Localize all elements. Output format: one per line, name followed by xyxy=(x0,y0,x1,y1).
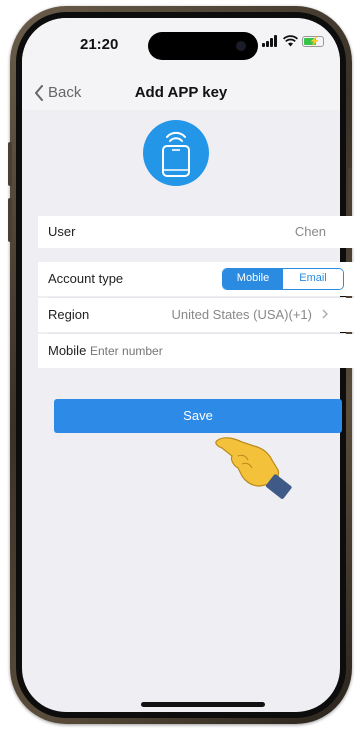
account-type-row: Account type Mobile Email xyxy=(38,262,356,296)
region-label: Region xyxy=(48,307,90,322)
user-value: Chen xyxy=(294,224,326,239)
account-type-label: Account type xyxy=(48,271,124,286)
phone-side-button xyxy=(8,198,12,242)
mobile-row: Mobile xyxy=(38,334,356,368)
account-type-segmented-control: Mobile Email xyxy=(222,268,344,290)
phone-side-button xyxy=(8,142,12,186)
mobile-number-input[interactable] xyxy=(90,334,290,368)
signal-icon xyxy=(262,35,279,47)
home-indicator xyxy=(141,702,265,707)
segment-email[interactable]: Email xyxy=(283,269,343,289)
mobile-label: Mobile xyxy=(48,343,87,358)
region-value: United States (USA)(+1) xyxy=(171,307,312,322)
page-title: Add APP key xyxy=(134,84,228,101)
status-time: 21:20 xyxy=(80,36,119,53)
user-row: User Chen xyxy=(38,216,356,248)
status-bar: 21:20 ⚡ xyxy=(22,18,340,76)
camera-icon xyxy=(236,41,246,51)
battery-charging-icon: ⚡ xyxy=(302,35,324,47)
wifi-icon xyxy=(283,35,298,47)
phone-with-signal-icon xyxy=(162,131,190,177)
segment-mobile[interactable]: Mobile xyxy=(223,269,283,289)
charging-bolt-icon: ⚡ xyxy=(309,35,321,46)
chevron-right-icon xyxy=(322,309,328,319)
nav-bar: Back Add APP key xyxy=(22,76,340,110)
save-button[interactable]: Save xyxy=(54,399,342,433)
region-row[interactable]: Region United States (USA)(+1) xyxy=(38,298,356,332)
dynamic-island xyxy=(148,32,258,60)
remote-phone-icon xyxy=(143,120,209,186)
status-icons: ⚡ xyxy=(262,35,324,47)
user-label: User xyxy=(48,224,76,239)
pointing-hand-icon xyxy=(215,437,292,499)
